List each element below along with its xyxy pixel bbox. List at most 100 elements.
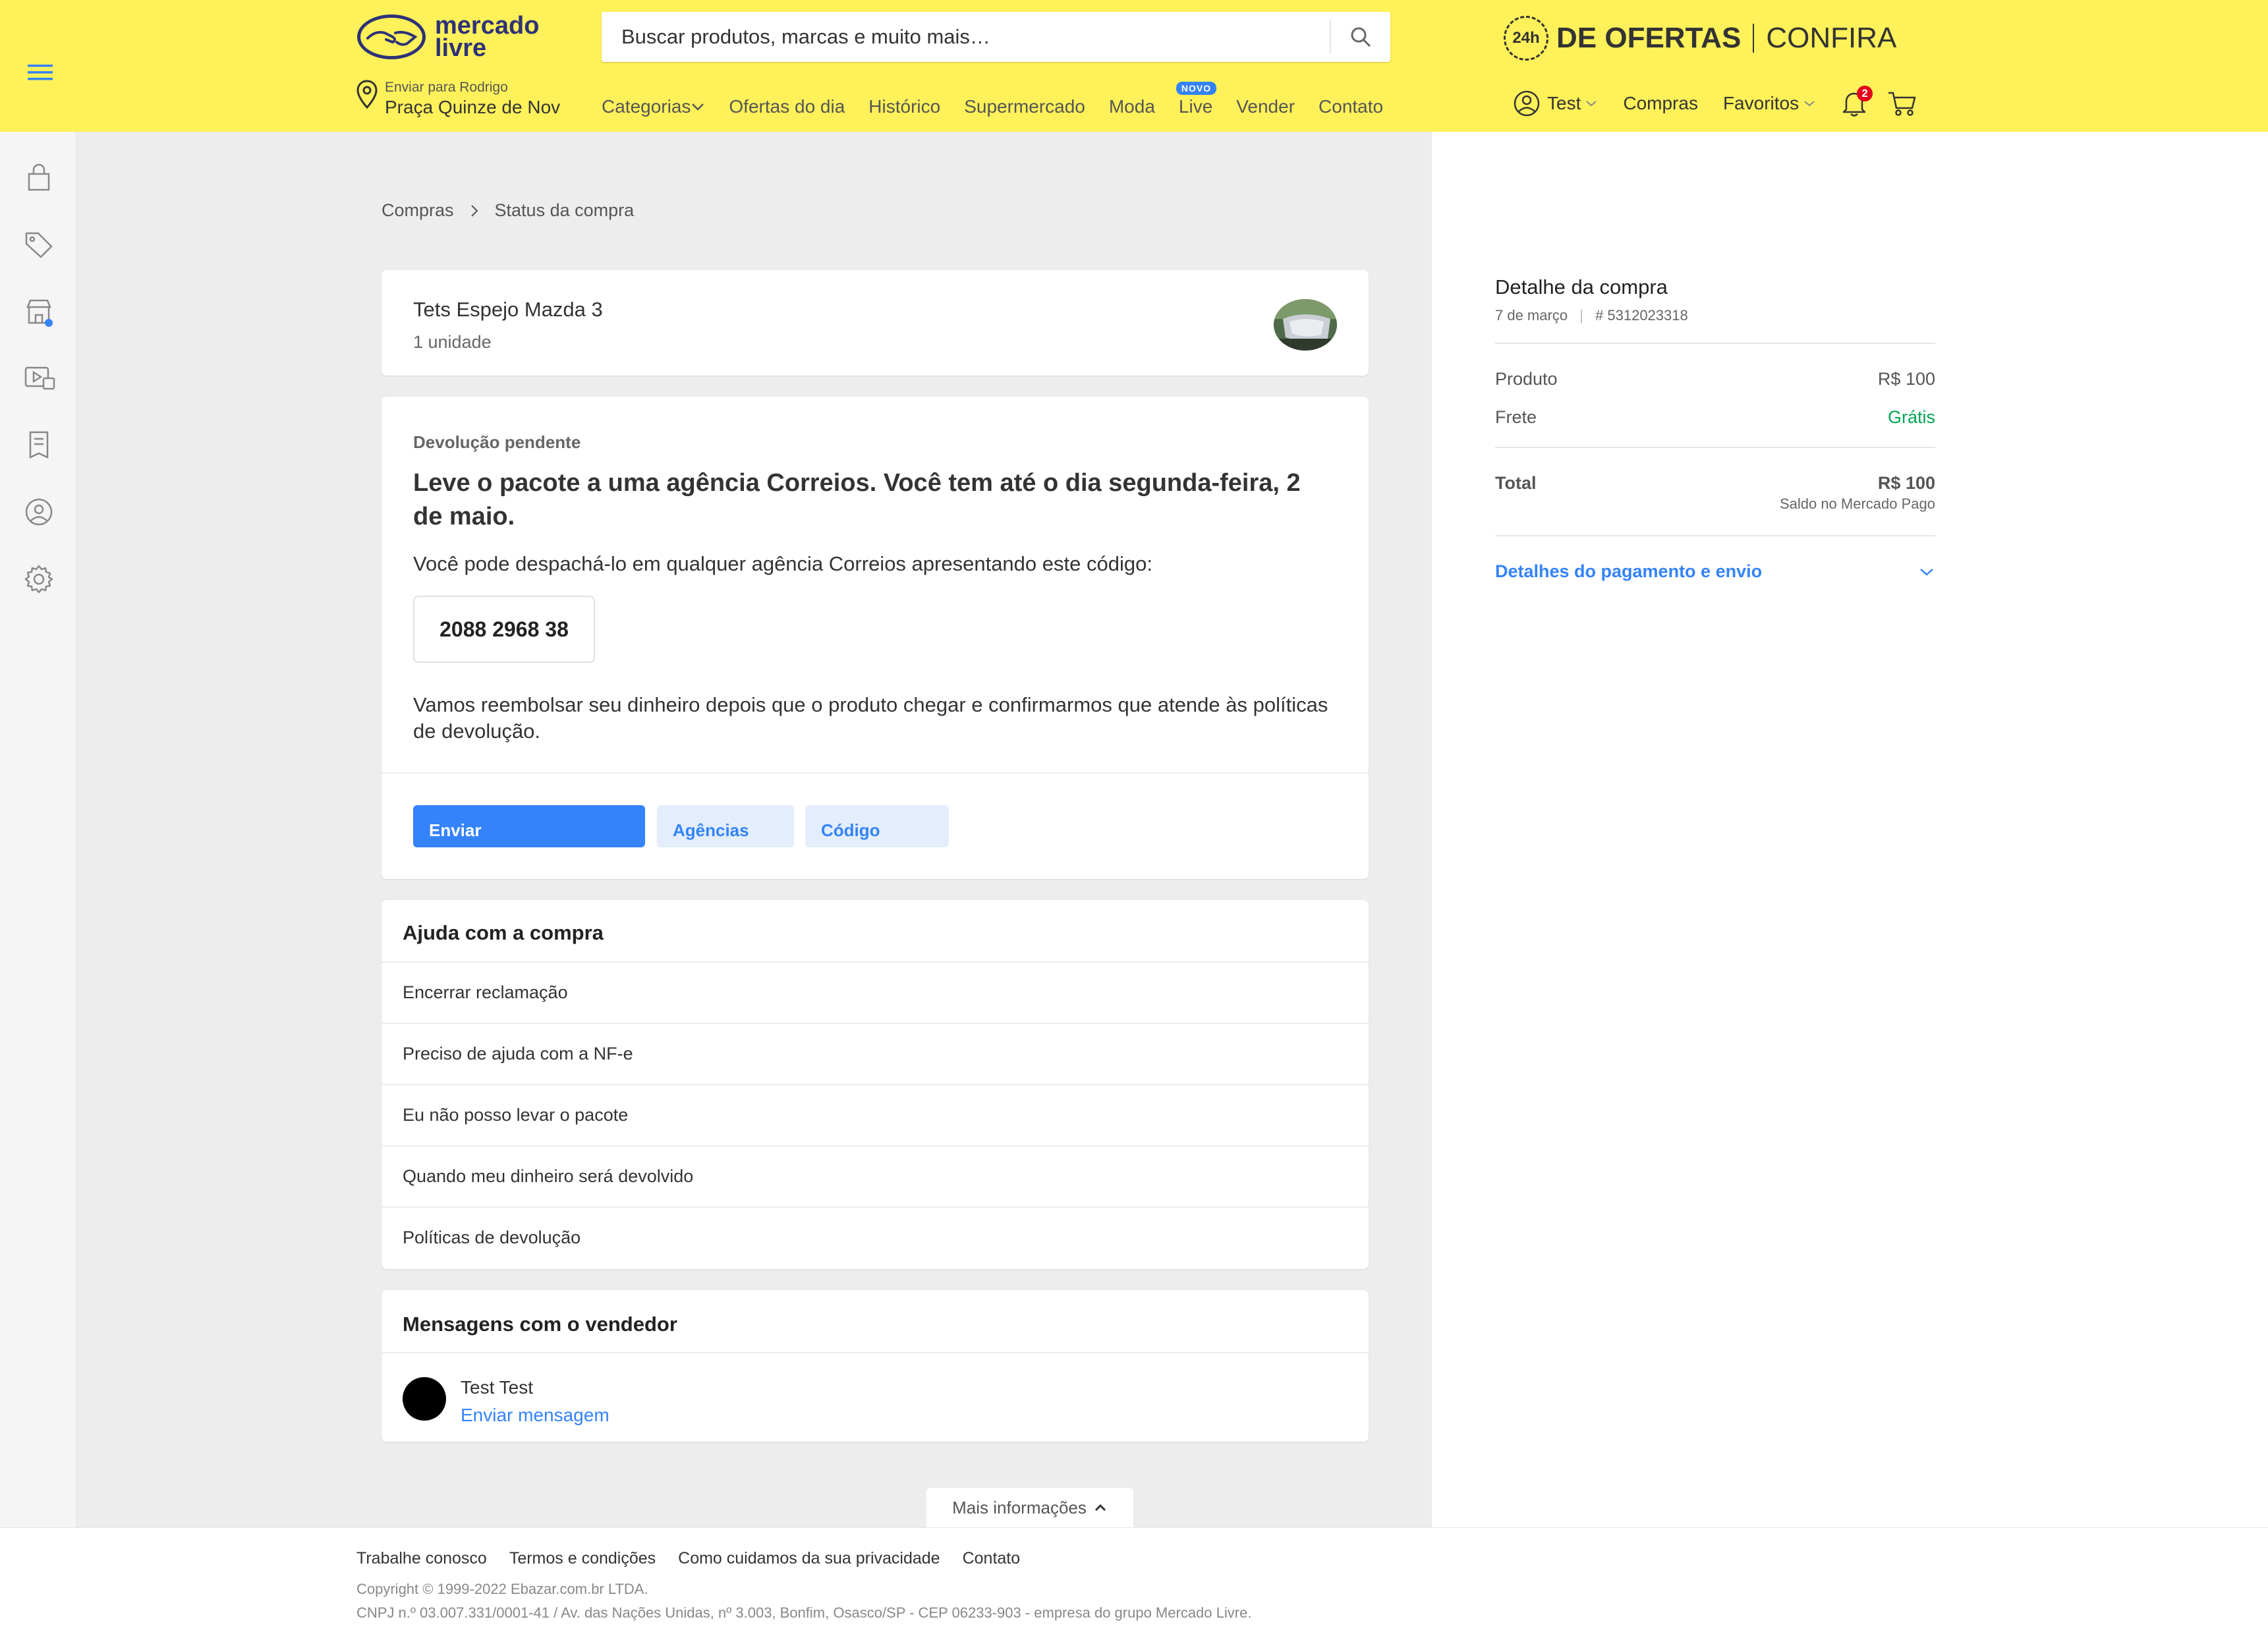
footer-link-privacy[interactable]: Como cuidamos da sua privacidade <box>678 1549 940 1568</box>
divider <box>1495 447 1935 448</box>
nav-vender[interactable]: Vender <box>1236 96 1295 117</box>
nav-historico[interactable]: Histórico <box>868 96 940 117</box>
menu-icon[interactable] <box>25 61 58 87</box>
cart-icon <box>1888 92 1916 116</box>
tag-icon[interactable] <box>24 229 54 260</box>
nav-supermercado[interactable]: Supermercado <box>964 96 1085 117</box>
return-status: Devolução pendente <box>413 432 581 452</box>
chevron-up-icon <box>1094 1504 1106 1512</box>
video-icon[interactable] <box>24 362 55 393</box>
nav-live[interactable]: NOVO Live <box>1176 82 1217 117</box>
product-thumbnail <box>1274 299 1337 351</box>
messages-card: Mensagens com o vendedor Test Test Envia… <box>382 1290 1369 1442</box>
return-code: 2088 2968 38 <box>413 596 595 663</box>
user-name: Test <box>1547 93 1581 113</box>
product-price-value: R$ 100 <box>1877 369 1935 389</box>
total-row: Total R$ 100 <box>1495 473 1935 494</box>
nav-contato[interactable]: Contato <box>1318 96 1383 117</box>
payment-shipping-details-toggle[interactable]: Detalhes do pagamento e envio <box>1495 561 1935 582</box>
help-item-nfe[interactable]: Preciso de ajuda com a NF-e <box>382 1023 1369 1084</box>
gear-icon[interactable] <box>24 564 54 594</box>
main-nav: Categorias Ofertas do dia Histórico Supe… <box>602 82 1407 117</box>
purchase-detail-title: Detalhe da compra <box>1495 275 1668 298</box>
divider <box>382 772 1369 774</box>
favorites-menu[interactable]: Favoritos <box>1723 93 1816 114</box>
left-sidebar <box>0 132 76 1527</box>
novo-badge: NOVO <box>1176 82 1217 95</box>
cart-button[interactable] <box>1887 90 1917 117</box>
meta-separator: | <box>1579 307 1583 324</box>
help-item-cannot-take-package[interactable]: Eu não posso levar o pacote <box>382 1084 1369 1145</box>
details-link-label: Detalhes do pagamento e envio <box>1495 561 1763 581</box>
return-subtitle: Você pode despachá-lo em qualquer agênci… <box>413 552 1152 575</box>
return-note: Vamos reembolsar seu dinheiro depois que… <box>413 693 1328 743</box>
shipping-label: Frete <box>1495 407 1537 427</box>
return-title: Leve o pacote a uma agência Correios. Vo… <box>413 469 1301 530</box>
help-item-refund-timing[interactable]: Quando meu dinheiro será devolvido <box>382 1145 1369 1206</box>
promo-title: DE OFERTAS <box>1556 22 1742 54</box>
footer-company-info: CNPJ n.º 03.007.331/0001-41 / Av. das Na… <box>356 1604 1252 1621</box>
footer-link-careers[interactable]: Trabalhe conosco <box>356 1549 487 1568</box>
profile-icon[interactable] <box>24 497 54 527</box>
search-input[interactable]: Buscar produtos, marcas e muito mais… <box>602 25 1330 49</box>
divider <box>1495 343 1935 344</box>
footer-copyright: Copyright © 1999-2022 Ebazar.com.br LTDA… <box>356 1581 648 1597</box>
help-item-close-claim[interactable]: Encerrar reclamação <box>382 961 1369 1023</box>
search-bar[interactable]: Buscar produtos, marcas e muito mais… <box>602 12 1390 62</box>
nav-categorias[interactable]: Categorias <box>602 96 705 117</box>
promo-cta: CONFIRA <box>1766 22 1897 54</box>
promo-24h-badge: 24h <box>1504 16 1548 61</box>
purchases-link[interactable]: Compras <box>1623 93 1698 114</box>
logo-word-2: livre <box>435 34 487 62</box>
handshake-logo-icon <box>357 14 426 59</box>
bag-icon[interactable] <box>24 162 54 192</box>
total-label: Total <box>1495 473 1537 493</box>
product-price-label: Produto <box>1495 369 1558 389</box>
send-button[interactable]: Enviar <box>413 805 645 847</box>
product-title: Tets Espejo Mazda 3 <box>413 298 603 321</box>
store-icon[interactable] <box>24 297 54 327</box>
chevron-down-icon <box>692 103 704 111</box>
logo[interactable]: mercado livre <box>356 12 539 62</box>
nav-moda[interactable]: Moda <box>1109 96 1155 117</box>
seller-name: Test Test <box>461 1377 533 1398</box>
user-icon <box>1514 90 1540 117</box>
favorites-label: Favoritos <box>1722 93 1800 113</box>
nav-label: Live <box>1178 96 1213 117</box>
breadcrumb-current: Status da compra <box>494 200 635 220</box>
agencies-button[interactable]: Agências <box>657 805 794 847</box>
footer: Trabalhe conosco Termos e condições Como… <box>0 1527 2268 1642</box>
user-menu[interactable]: Test <box>1513 90 1598 117</box>
help-card: Ajuda com a compra Encerrar reclamação P… <box>382 900 1369 1269</box>
chevron-down-icon <box>1586 101 1597 107</box>
location-label: Enviar para Rodrigo <box>385 80 508 95</box>
location-pin-icon <box>356 80 378 109</box>
product-price-row: Produto R$ 100 <box>1495 369 1935 389</box>
receipt-icon[interactable] <box>24 430 54 460</box>
promo-banner[interactable]: 24h DE OFERTAS CONFIRA <box>1504 13 1896 63</box>
purchase-date: 7 de março <box>1495 307 1568 324</box>
footer-link-contact[interactable]: Contato <box>963 1549 1021 1568</box>
send-message-link[interactable]: Enviar mensagem <box>461 1405 610 1426</box>
footer-link-terms[interactable]: Termos e condições <box>509 1549 656 1568</box>
search-button[interactable] <box>1331 12 1390 62</box>
avatar <box>403 1377 446 1421</box>
location-selector[interactable]: Enviar para Rodrigo Praça Quinze de Nov <box>356 79 560 119</box>
search-icon <box>1351 27 1371 47</box>
total-payment-note: Saldo no Mercado Pago <box>1779 495 1935 512</box>
promo-divider <box>1753 24 1755 53</box>
code-button[interactable]: Código <box>805 805 949 847</box>
product-card[interactable]: Tets Espejo Mazda 3 1 unidade <box>382 270 1369 376</box>
notifications-count-badge: 2 <box>1857 86 1873 101</box>
help-item-return-policies[interactable]: Políticas de devolução <box>382 1206 1369 1268</box>
more-info-button[interactable]: Mais informações <box>926 1488 1133 1527</box>
footer-links: Trabalhe conosco Termos e condições Como… <box>356 1549 1042 1568</box>
breadcrumb: Compras Status da compra <box>382 200 634 221</box>
chevron-down-icon <box>1804 101 1815 107</box>
divider <box>382 1352 1369 1353</box>
total-value: R$ 100 <box>1877 473 1935 493</box>
chevron-right-icon <box>470 204 479 218</box>
notifications-button[interactable]: 2 <box>1841 86 1873 117</box>
breadcrumb-compras[interactable]: Compras <box>382 200 454 221</box>
nav-ofertas-do-dia[interactable]: Ofertas do dia <box>729 96 845 117</box>
